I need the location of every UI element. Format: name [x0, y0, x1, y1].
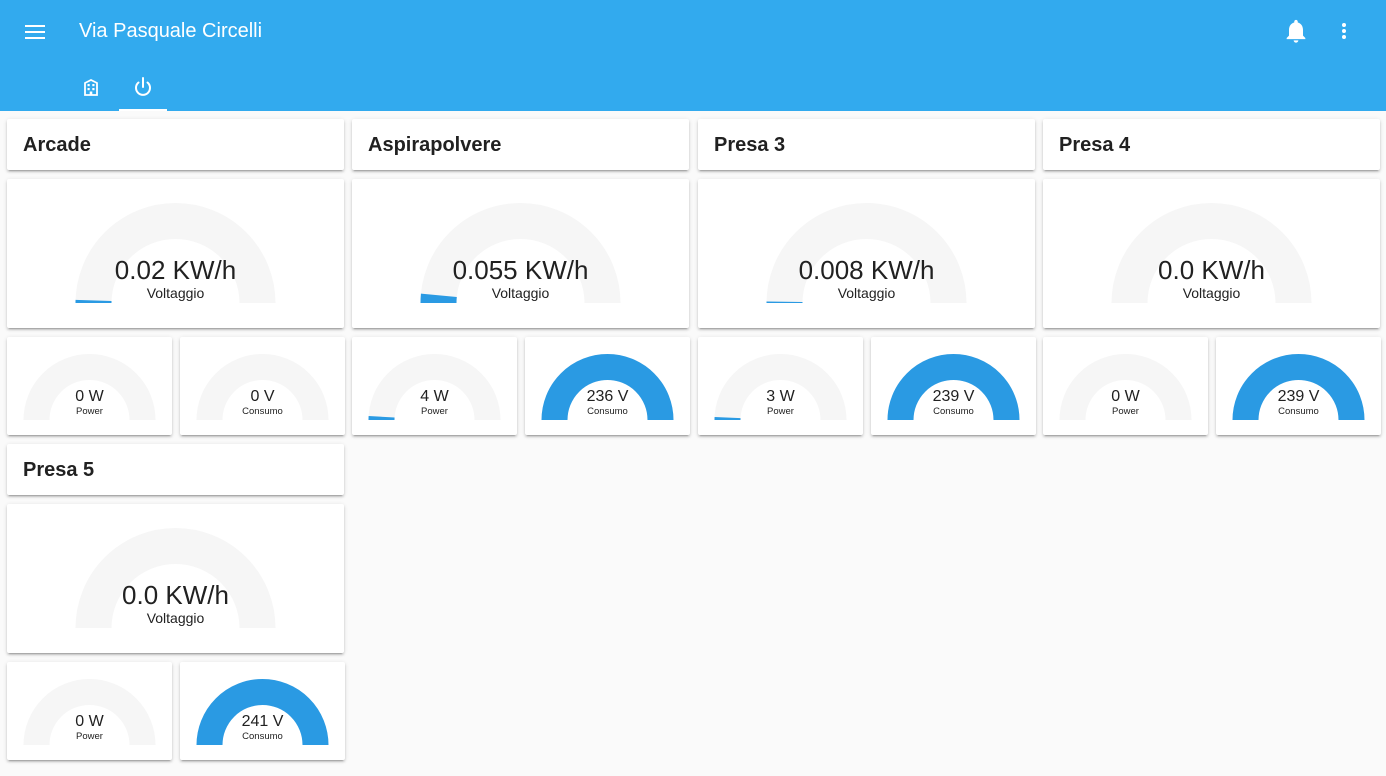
- device-title-card: Presa 3: [698, 119, 1035, 170]
- power-label: Power: [76, 406, 103, 417]
- voltage-gauge-card[interactable]: 239 V Consumo: [871, 337, 1036, 435]
- power-value: 0 W: [75, 713, 104, 730]
- device-name: Presa 4: [1059, 134, 1131, 156]
- building-icon: [84, 78, 98, 96]
- tab-power[interactable]: [119, 66, 167, 111]
- device-title-card: Aspirapolvere: [352, 119, 689, 170]
- energy-value: 0.055 KW/h: [452, 255, 589, 285]
- power-gauge: [23, 679, 156, 746]
- notifications-button[interactable]: [1282, 17, 1310, 45]
- voltage-value: 236 V: [586, 388, 629, 405]
- energy-gauge-card[interactable]: 0.0 KW/h Voltaggio: [1043, 179, 1380, 328]
- device-name: Aspirapolvere: [368, 134, 502, 156]
- voltage-gauge: [196, 679, 329, 746]
- power-gauge: [714, 354, 847, 421]
- energy-label: Voltaggio: [837, 285, 896, 301]
- voltage-gauge-card[interactable]: 0 V Consumo: [180, 337, 345, 435]
- device-name: Presa 5: [23, 459, 95, 481]
- energy-value: 0.008 KW/h: [798, 255, 935, 285]
- power-label: Power: [767, 406, 794, 417]
- power-value: 3 W: [766, 388, 795, 405]
- energy-label: Voltaggio: [146, 285, 205, 301]
- device-title-card: Presa 4: [1043, 119, 1380, 170]
- power-value: 4 W: [420, 388, 449, 405]
- power-gauge-card[interactable]: 3 W Power: [698, 337, 863, 435]
- energy-label: Voltaggio: [146, 610, 205, 626]
- voltage-gauge: [887, 354, 1020, 421]
- active-tab-indicator: [119, 109, 167, 111]
- voltage-gauge-card[interactable]: 239 V Consumo: [1216, 337, 1381, 435]
- energy-value: 0.02 KW/h: [114, 255, 237, 285]
- power-gauge: [1059, 354, 1192, 421]
- menu-button[interactable]: [20, 17, 50, 47]
- power-gauge: [368, 354, 501, 421]
- voltage-gauge: [541, 354, 674, 421]
- energy-gauge-card[interactable]: 0.008 KW/h Voltaggio: [698, 179, 1035, 328]
- power-gauge-card[interactable]: 0 W Power: [7, 337, 172, 435]
- voltage-gauge-card[interactable]: 236 V Consumo: [525, 337, 690, 435]
- menu-icon: [25, 25, 45, 39]
- energy-gauge-card[interactable]: 0.02 KW/h Voltaggio: [7, 179, 344, 328]
- device-title-card: Arcade: [7, 119, 344, 170]
- voltage-value: 239 V: [932, 388, 975, 405]
- energy-value: 0.0 KW/h: [1158, 255, 1265, 285]
- voltage-label: Consumo: [242, 731, 283, 742]
- more-vertical-icon: [1342, 23, 1346, 39]
- app-header: Via Pasquale Circelli: [0, 0, 1386, 111]
- energy-gauge-card[interactable]: 0.0 KW/h Voltaggio: [7, 504, 344, 653]
- power-label: Power: [1112, 406, 1139, 417]
- voltage-gauge: [1232, 354, 1365, 421]
- voltage-value: 239 V: [1277, 388, 1320, 405]
- power-icon: [135, 77, 151, 96]
- voltage-label: Consumo: [933, 406, 974, 417]
- power-value: 0 W: [75, 388, 104, 405]
- power-gauge: [23, 354, 156, 421]
- power-gauge-card[interactable]: 0 W Power: [1043, 337, 1208, 435]
- voltage-label: Consumo: [242, 406, 283, 417]
- device-name: Arcade: [23, 134, 91, 156]
- voltage-value: 241 V: [241, 713, 284, 730]
- energy-value: 0.0 KW/h: [122, 580, 229, 610]
- energy-label: Voltaggio: [491, 285, 550, 301]
- device-name: Presa 3: [714, 134, 786, 156]
- energy-gauge-card[interactable]: 0.055 KW/h Voltaggio: [352, 179, 689, 328]
- power-gauge-card[interactable]: 4 W Power: [352, 337, 517, 435]
- power-gauge-card[interactable]: 0 W Power: [7, 662, 172, 760]
- power-label: Power: [76, 731, 103, 742]
- power-label: Power: [421, 406, 448, 417]
- energy-label: Voltaggio: [1182, 285, 1241, 301]
- voltage-value: 0 V: [250, 388, 275, 405]
- tab-home[interactable]: [67, 66, 115, 111]
- power-value: 0 W: [1111, 388, 1140, 405]
- bell-icon: [1286, 19, 1306, 43]
- page-title: Via Pasquale Circelli: [79, 20, 263, 42]
- voltage-label: Consumo: [587, 406, 628, 417]
- voltage-gauge: [196, 354, 329, 421]
- voltage-gauge-card[interactable]: 241 V Consumo: [180, 662, 345, 760]
- voltage-label: Consumo: [1278, 406, 1319, 417]
- more-options-button[interactable]: [1332, 17, 1356, 45]
- device-title-card: Presa 5: [7, 444, 344, 495]
